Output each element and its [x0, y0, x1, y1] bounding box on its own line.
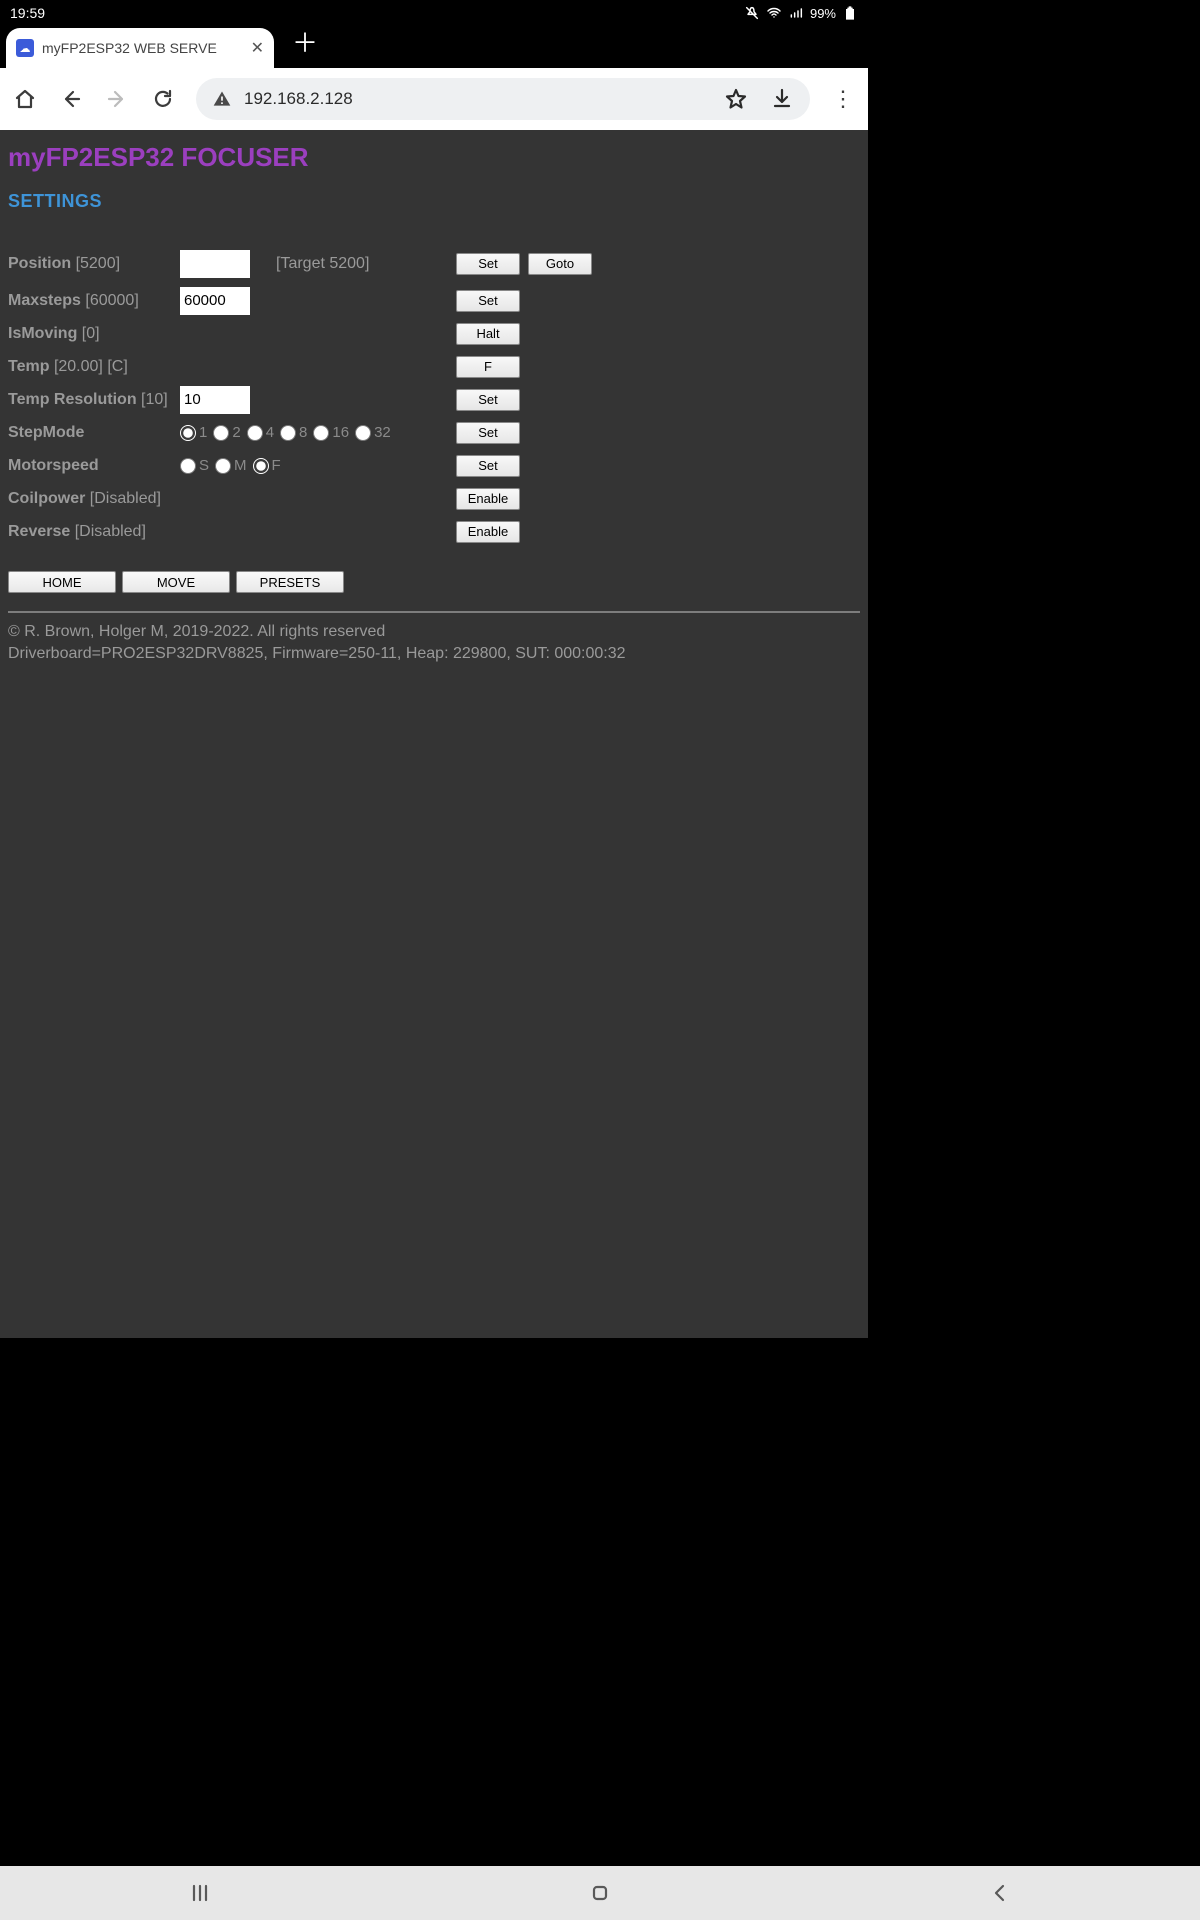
stepmode-opt-1: 1 — [199, 424, 207, 441]
browser-chrome: ☁ myFP2ESP32 WEB SERVE ✕ ＋ 192.168.2.128… — [0, 26, 868, 130]
stepmode-opt-8: 8 — [299, 424, 307, 441]
stepmode-opt-2: 2 — [232, 424, 240, 441]
browser-tab[interactable]: ☁ myFP2ESP32 WEB SERVE ✕ — [6, 28, 274, 68]
position-value: [5200] — [76, 255, 120, 272]
page-content: myFP2ESP32 FOCUSER SETTINGS Position [52… — [0, 130, 868, 1338]
new-tab-button[interactable]: ＋ — [292, 23, 318, 68]
close-tab-icon[interactable]: ✕ — [251, 38, 264, 58]
footer-line1: © R. Brown, Holger M, 2019-2022. All rig… — [8, 621, 860, 643]
tempres-input[interactable] — [180, 386, 250, 414]
motorspeed-radio-s[interactable] — [180, 458, 196, 474]
not-secure-icon — [212, 89, 232, 109]
motorspeed-opt-m: M — [234, 457, 247, 474]
url-text: 192.168.2.128 — [244, 89, 353, 109]
stepmode-radio-2[interactable] — [213, 425, 229, 441]
back-icon[interactable] — [58, 86, 84, 112]
home-icon[interactable] — [12, 86, 38, 112]
maxsteps-label: Maxsteps — [8, 292, 81, 309]
signal-icon — [788, 5, 804, 21]
wifi-icon — [766, 5, 782, 21]
ismoving-label: IsMoving — [8, 325, 77, 342]
stepmode-opt-32: 32 — [374, 424, 391, 441]
motorspeed-radio-m[interactable] — [215, 458, 231, 474]
maxsteps-value: [60000] — [85, 292, 138, 309]
url-bar[interactable]: 192.168.2.128 — [196, 78, 810, 120]
favicon-icon: ☁ — [16, 39, 34, 57]
motorspeed-opt-s: S — [199, 457, 209, 474]
nav-buttons: HOME MOVE PRESETS — [8, 571, 860, 593]
stepmode-radio-4[interactable] — [247, 425, 263, 441]
back-nav-icon[interactable] — [986, 1879, 1014, 1907]
footer-line2: Driverboard=PRO2ESP32DRV8825, Firmware=2… — [8, 643, 860, 665]
recent-apps-icon[interactable] — [186, 1879, 214, 1907]
temp-label: Temp — [8, 358, 49, 375]
tab-title: myFP2ESP32 WEB SERVE — [42, 40, 243, 56]
stepmode-opt-4: 4 — [266, 424, 274, 441]
maxsteps-input[interactable] — [180, 287, 250, 315]
stepmode-opt-16: 16 — [332, 424, 349, 441]
motorspeed-set-button[interactable]: Set — [456, 455, 520, 477]
motorspeed-radio-f[interactable] — [253, 458, 269, 474]
reverse-value: [Disabled] — [75, 523, 146, 540]
tab-strip: ☁ myFP2ESP32 WEB SERVE ✕ ＋ — [0, 26, 868, 68]
stepmode-label: StepMode — [8, 424, 84, 441]
status-icons: 99% — [744, 5, 858, 21]
stepmode-radio-32[interactable] — [355, 425, 371, 441]
mute-icon — [744, 5, 760, 21]
browser-toolbar: 192.168.2.128 ⋮ — [0, 68, 868, 130]
coilpower-label: Coilpower — [8, 490, 85, 507]
coilpower-enable-button[interactable]: Enable — [456, 488, 520, 510]
bookmark-icon[interactable] — [724, 87, 748, 111]
stepmode-radios: 1 2 4 8 16 32 — [180, 424, 456, 441]
reverse-label: Reverse — [8, 523, 70, 540]
download-icon[interactable] — [770, 87, 794, 111]
android-status-bar: 19:59 99% — [0, 0, 868, 26]
tempres-label: Temp Resolution — [8, 391, 137, 408]
position-set-button[interactable]: Set — [456, 253, 520, 275]
temp-unit-button[interactable]: F — [456, 356, 520, 378]
presets-button[interactable]: PRESETS — [236, 571, 344, 593]
stepmode-set-button[interactable]: Set — [456, 422, 520, 444]
stepmode-radio-16[interactable] — [313, 425, 329, 441]
home-button[interactable]: HOME — [8, 571, 116, 593]
settings-form: Position [5200] [Target 5200] Set Goto M… — [8, 248, 860, 665]
tempres-set-button[interactable]: Set — [456, 389, 520, 411]
overflow-menu-icon[interactable]: ⋮ — [830, 86, 856, 112]
footer: © R. Brown, Holger M, 2019-2022. All rig… — [8, 621, 860, 665]
battery-percent: 99% — [810, 6, 836, 21]
position-target: [Target 5200] — [276, 255, 456, 273]
status-time: 19:59 — [10, 5, 45, 21]
maxsteps-set-button[interactable]: Set — [456, 290, 520, 312]
move-button[interactable]: MOVE — [122, 571, 230, 593]
motorspeed-opt-f: F — [272, 457, 281, 474]
page-title: myFP2ESP32 FOCUSER — [8, 142, 860, 173]
stepmode-radio-1[interactable] — [180, 425, 196, 441]
reverse-enable-button[interactable]: Enable — [456, 521, 520, 543]
separator — [8, 611, 860, 613]
position-input[interactable] — [180, 250, 250, 278]
forward-icon[interactable] — [104, 86, 130, 112]
android-nav-bar — [0, 1866, 1200, 1920]
battery-icon — [842, 5, 858, 21]
home-nav-icon[interactable] — [586, 1879, 614, 1907]
position-goto-button[interactable]: Goto — [528, 253, 592, 275]
reload-icon[interactable] — [150, 86, 176, 112]
tempres-value: [10] — [141, 391, 168, 408]
temp-value: [20.00] [C] — [54, 358, 128, 375]
position-label: Position — [8, 255, 71, 272]
page-subtitle: SETTINGS — [8, 191, 860, 212]
halt-button[interactable]: Halt — [456, 323, 520, 345]
motorspeed-radios: S M F — [180, 457, 456, 474]
ismoving-value: [0] — [82, 325, 100, 342]
motorspeed-label: Motorspeed — [8, 457, 99, 474]
coilpower-value: [Disabled] — [90, 490, 161, 507]
stepmode-radio-8[interactable] — [280, 425, 296, 441]
